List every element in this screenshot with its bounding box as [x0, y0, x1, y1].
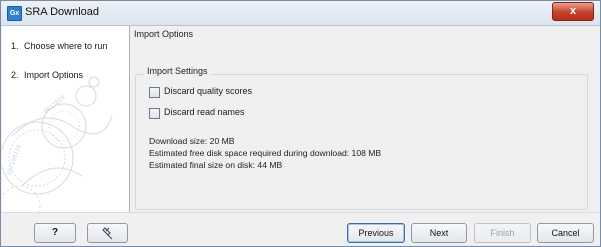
decorative-swirl-graphic: 0011010 101100110 [2, 76, 113, 212]
help-button[interactable]: ? [34, 223, 76, 243]
close-button[interactable]: x [552, 2, 594, 21]
import-options-panel: Import Options Import Settings Discard q… [130, 26, 596, 212]
wizard-steps-sidebar: 1. Choose where to run 2. Import Options 0… [2, 26, 130, 212]
step-label: Choose where to run [24, 41, 108, 51]
svg-text:101100110: 101100110 [5, 143, 23, 176]
window-title: SRA Download [25, 6, 99, 18]
estimated-free-disk-space-text: Estimated free disk space required durin… [149, 148, 382, 158]
download-size-text: Download size: 20 MB [149, 136, 235, 146]
section-title: Import Options [134, 29, 194, 39]
clc-app-icon: Gx [7, 6, 22, 21]
finish-button[interactable]: Finish [474, 223, 531, 243]
estimated-final-size-text: Estimated final size on disk: 44 MB [149, 160, 283, 170]
previous-button[interactable]: Previous [347, 223, 405, 243]
step-choose-where-to-run: 1. Choose where to run [11, 41, 108, 51]
checkbox-label: Discard quality scores [164, 86, 253, 96]
svg-text:0011010: 0011010 [43, 94, 67, 116]
discard-read-names-checkbox[interactable] [149, 108, 160, 119]
discard-quality-scores-checkbox[interactable] [149, 87, 160, 98]
cancel-button[interactable]: Cancel [537, 223, 594, 243]
step-number: 1. [11, 41, 19, 51]
next-button[interactable]: Next [411, 223, 467, 243]
footer-divider [1, 212, 600, 213]
sra-download-dialog: Gx SRA Download x 1. Choose where to run … [0, 0, 601, 247]
pin-icon [101, 227, 112, 240]
checkbox-label: Discard read names [164, 107, 245, 117]
group-label: Import Settings [144, 66, 211, 76]
title-bar[interactable]: Gx SRA Download x [1, 1, 600, 26]
pin-button[interactable] [87, 223, 128, 243]
import-settings-group: Import Settings Discard quality scores D… [135, 66, 588, 210]
